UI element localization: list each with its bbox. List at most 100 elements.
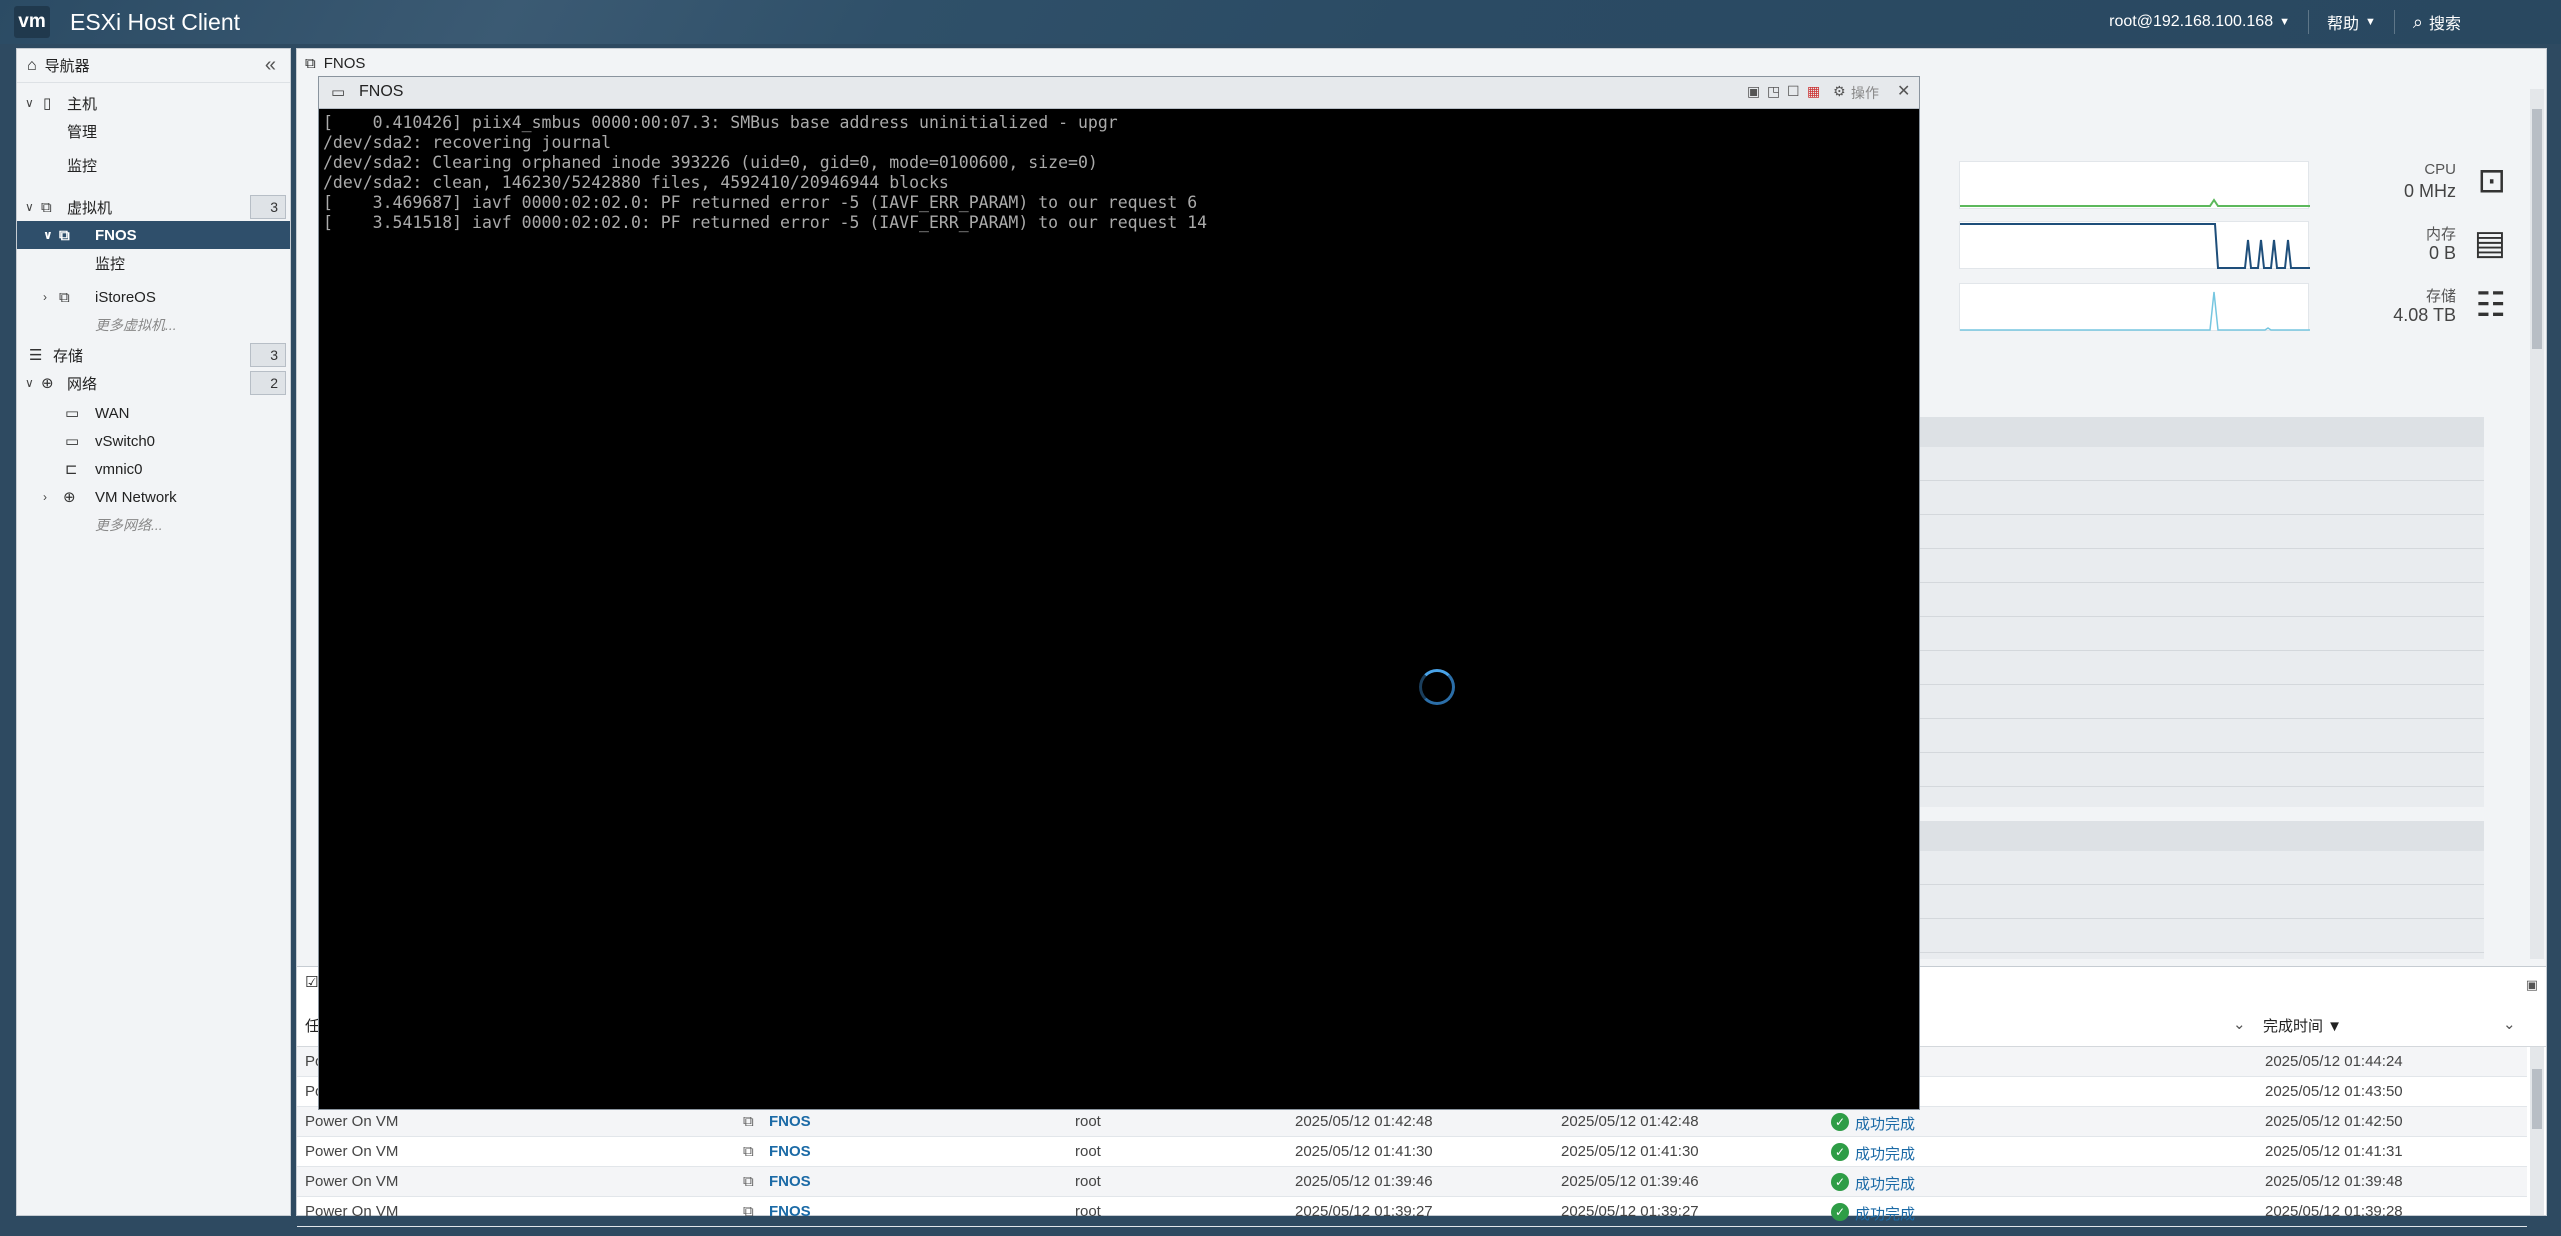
sidebar-item-host[interactable]: ∨ ▯ 主机 bbox=[17, 89, 290, 117]
sidebar-item-network[interactable]: ∨ ⊕ 网络 2 bbox=[17, 369, 290, 397]
memory-label: 内存 bbox=[2425, 226, 2456, 243]
more-networks-link[interactable]: 更多网络... bbox=[95, 515, 163, 535]
sidebar-item-host-monitor[interactable]: 监控 bbox=[17, 151, 290, 179]
task-started: 2025/05/12 01:39:27 bbox=[1561, 1203, 1699, 1220]
sidebar-item-net-vmnic0[interactable]: ⊏ vmnic0 bbox=[17, 455, 290, 483]
sidebar-item-label: 监控 bbox=[95, 255, 126, 273]
console-line: /dev/sda2: clean, 146230/5242880 files, … bbox=[323, 173, 949, 192]
main-scrollbar[interactable] bbox=[2530, 89, 2544, 959]
task-name: Power On VM bbox=[305, 1113, 399, 1130]
app-title: ESXi Host Client bbox=[70, 9, 241, 35]
maximize-icon[interactable]: ☐ bbox=[1787, 83, 1800, 100]
console-line: [ 3.469687] iavf 0000:02:02.0: PF return… bbox=[323, 193, 1198, 212]
sidebar-item-net-vm-network[interactable]: › ⊕ VM Network bbox=[17, 483, 290, 511]
console-icon: ▭ bbox=[331, 84, 346, 101]
sidebar-item-vms[interactable]: ∨ ⧉ 虚拟机 3 bbox=[17, 193, 290, 221]
tasks-scrollbar[interactable] bbox=[2530, 1047, 2544, 1215]
task-result: 成功完成 bbox=[1855, 1146, 1916, 1163]
user-menu[interactable]: root@192.168.100.168 ▼ bbox=[2091, 13, 2308, 31]
task-target-link[interactable]: FNOS bbox=[769, 1113, 811, 1130]
task-target-link[interactable]: FNOS bbox=[769, 1203, 811, 1220]
task-initiator: root bbox=[1075, 1143, 1101, 1160]
sidebar-item-label: VM Network bbox=[95, 488, 177, 506]
navigator-header: ⌂ 导航器 « bbox=[17, 49, 290, 83]
collapse-sidebar-icon[interactable]: « bbox=[265, 54, 276, 77]
chevron-down-icon[interactable]: ∨ bbox=[25, 376, 34, 390]
sidebar-item-vm-fnos[interactable]: ∨ ⧉ FNOS bbox=[17, 221, 290, 249]
chevron-down-icon[interactable]: ∨ bbox=[43, 228, 53, 242]
sidebar-item-net-wan[interactable]: ▭ WAN bbox=[17, 399, 290, 427]
task-result: 成功完成 bbox=[1855, 1206, 1916, 1223]
task-queued: 2025/05/12 01:41:30 bbox=[1295, 1143, 1433, 1160]
panel-toggle-icon[interactable]: ▣ bbox=[2526, 977, 2538, 993]
vm-details-panel bbox=[1917, 417, 2484, 807]
sidebar-item-vm-monitor[interactable]: 监控 bbox=[17, 249, 290, 277]
panel-header bbox=[1917, 417, 2484, 447]
chevron-down-icon[interactable]: ⌄ bbox=[2503, 1015, 2516, 1033]
close-icon[interactable]: ✕ bbox=[1897, 81, 1910, 101]
sidebar-item-label: 主机 bbox=[67, 95, 98, 113]
home-icon: ⌂ bbox=[27, 56, 37, 74]
task-target-link[interactable]: FNOS bbox=[769, 1173, 811, 1190]
gear-icon[interactable]: ⚙ bbox=[1833, 83, 1846, 100]
sidebar-more-vms[interactable]: 更多虚拟机... bbox=[17, 311, 290, 339]
vm-config-panel bbox=[1917, 821, 2484, 959]
panel-row bbox=[1917, 549, 2484, 583]
sidebar-item-net-vswitch0[interactable]: ▭ vSwitch0 bbox=[17, 427, 290, 455]
sidebar-item-storage[interactable]: ☰ 存储 3 bbox=[17, 341, 290, 369]
console-actions-menu[interactable]: 操作 bbox=[1851, 83, 1879, 103]
caret-down-icon: ▼ bbox=[2279, 16, 2290, 28]
panel-row bbox=[1917, 685, 2484, 719]
success-check-icon: ✓ bbox=[1831, 1143, 1849, 1161]
chevron-down-icon[interactable]: ⌄ bbox=[2233, 1015, 2246, 1033]
console-titlebar[interactable]: ▭ FNOS ▣ ◳ ☐ ▦ ⚙ 操作 ✕ bbox=[319, 77, 1919, 109]
console-line: /dev/sda2: recovering journal bbox=[323, 133, 612, 152]
task-name: Power On VM bbox=[305, 1143, 399, 1160]
chevron-right-icon[interactable]: › bbox=[43, 490, 47, 504]
success-check-icon: ✓ bbox=[1831, 1203, 1849, 1221]
more-vms-link[interactable]: 更多虚拟机... bbox=[95, 315, 177, 335]
cpu-sparkline-svg bbox=[1960, 198, 2310, 207]
table-row[interactable]: Power On VM ⧉ FNOS root 2025/05/12 01:39… bbox=[297, 1197, 2527, 1227]
task-target-link[interactable]: FNOS bbox=[769, 1143, 811, 1160]
sidebar-more-networks[interactable]: 更多网络... bbox=[17, 511, 290, 539]
help-menu-label: 帮助 bbox=[2326, 16, 2359, 33]
table-row[interactable]: Power On VM ⧉ FNOS root 2025/05/12 01:41… bbox=[297, 1137, 2527, 1167]
storage-value: 4.08 TB bbox=[2393, 305, 2456, 325]
col-header-completed[interactable]: 完成时间 ▼ bbox=[2263, 1015, 2342, 1036]
task-completed: 2025/05/12 01:39:48 bbox=[2265, 1173, 2403, 1190]
help-menu[interactable]: 帮助 ▼ bbox=[2307, 10, 2394, 34]
task-initiator: root bbox=[1075, 1203, 1101, 1220]
vm-icon: ⧉ bbox=[743, 1203, 754, 1220]
restore-icon[interactable]: ◳ bbox=[1767, 83, 1780, 100]
table-row[interactable]: Power On VM ⧉ FNOS root 2025/05/12 01:42… bbox=[297, 1107, 2527, 1137]
caret-down-icon: ▼ bbox=[2365, 16, 2376, 28]
keyboard-layout-flag-icon[interactable]: ▦ bbox=[1807, 83, 1820, 100]
chevron-right-icon[interactable]: › bbox=[43, 290, 47, 304]
storage-count-badge: 3 bbox=[250, 343, 286, 367]
console-line: /dev/sda2: Clearing orphaned inode 39322… bbox=[323, 153, 1098, 172]
console-screen[interactable]: [ 0.410426] piix4_smbus 0000:00:07.3: SM… bbox=[323, 113, 1207, 233]
memory-icon: ▤ bbox=[2473, 224, 2506, 262]
sidebar-item-host-manage[interactable]: 管理 bbox=[17, 117, 290, 145]
tasks-scrollbar-thumb[interactable] bbox=[2532, 1069, 2542, 1129]
sidebar-item-label: 存储 bbox=[53, 347, 84, 365]
chevron-down-icon[interactable]: ∨ bbox=[25, 200, 34, 214]
storage-sparkline bbox=[1959, 283, 2310, 331]
cpu-value: 0 MHz bbox=[2403, 181, 2456, 201]
page-title: ⧉ FNOS bbox=[305, 55, 365, 72]
panel-header bbox=[1917, 821, 2484, 851]
vm-powered-on-icon: ⧉ bbox=[59, 288, 70, 306]
chevron-down-icon[interactable]: ∨ bbox=[25, 96, 34, 110]
vm-console-window[interactable]: ▭ FNOS ▣ ◳ ☐ ▦ ⚙ 操作 ✕ [ 0.410426] piix4_… bbox=[318, 76, 1920, 1110]
sidebar-item-vm-istoreos[interactable]: › ⧉ iStoreOS bbox=[17, 283, 290, 311]
minimize-icon[interactable]: ▣ bbox=[1747, 83, 1760, 100]
search-button[interactable]: ⌕ 搜索 bbox=[2393, 10, 2561, 34]
success-check-icon: ✓ bbox=[1831, 1173, 1849, 1191]
table-row[interactable]: Power On VM ⧉ FNOS root 2025/05/12 01:39… bbox=[297, 1167, 2527, 1197]
task-initiator: root bbox=[1075, 1113, 1101, 1130]
main-scrollbar-thumb[interactable] bbox=[2532, 109, 2542, 349]
panel-row bbox=[1917, 617, 2484, 651]
memory-sparkline bbox=[1959, 221, 2310, 269]
task-name: Power On VM bbox=[305, 1203, 399, 1220]
